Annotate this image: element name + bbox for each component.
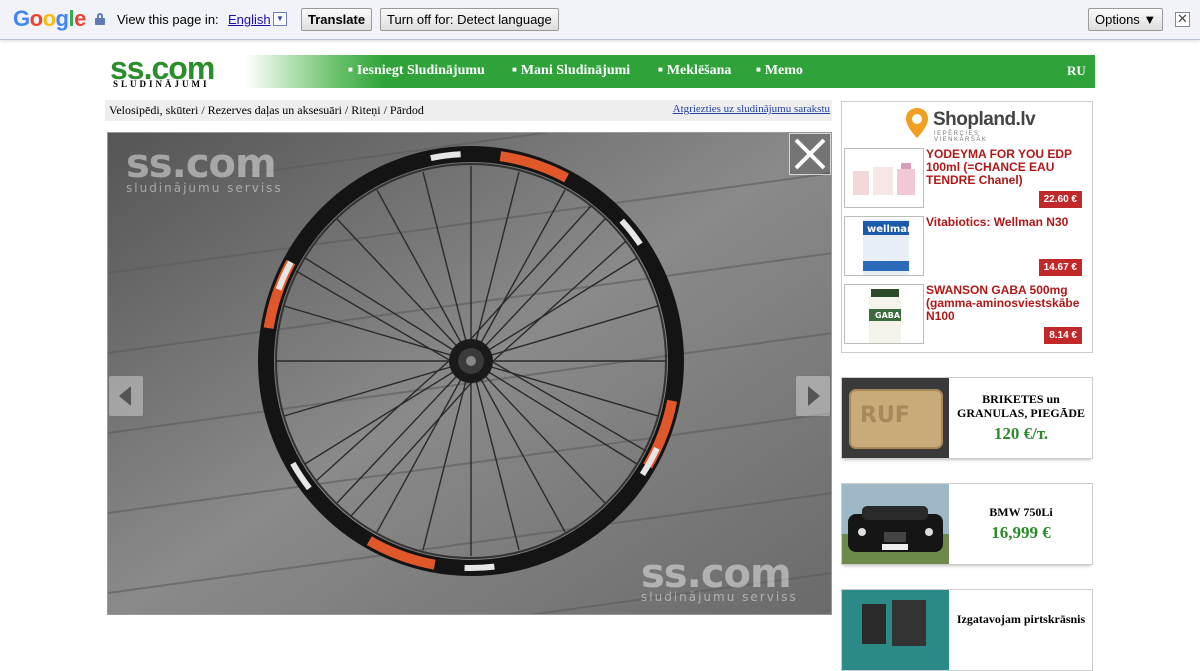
map-pin-icon bbox=[906, 108, 928, 138]
product-item[interactable]: GABA SWANSON GABA 500mg (gamma-aminosvie… bbox=[842, 284, 1092, 348]
side-ad[interactable]: Izgatavojam pirtskrāsnis bbox=[841, 589, 1093, 671]
translate-button[interactable]: Translate bbox=[301, 8, 373, 31]
product-title[interactable]: YODEYMA FOR YOU EDP 100ml (=CHANCE EAU T… bbox=[926, 148, 1088, 187]
shopland-widget[interactable]: Shopland.lv IEPĒRCIES VIENKĀRŠĀK YODEYMA… bbox=[841, 101, 1093, 353]
ad-image bbox=[842, 590, 949, 670]
product-title[interactable]: Vitabiotics: Wellman N30 bbox=[926, 216, 1088, 229]
nav-search[interactable]: Meklēšana bbox=[658, 63, 732, 79]
price-badge: 14.67 € bbox=[1038, 259, 1082, 276]
svg-text:GABA: GABA bbox=[875, 311, 901, 320]
chevron-left-icon[interactable] bbox=[108, 375, 144, 417]
product-thumbnail: GABA bbox=[844, 284, 924, 344]
product-title[interactable]: SWANSON GABA 500mg (gamma-aminosviestskā… bbox=[926, 284, 1088, 323]
breadcrumb[interactable]: Velosipēdi, skūteri / Rezerves daļas un … bbox=[109, 103, 424, 118]
ad-price: 120 €/т. bbox=[993, 424, 1049, 443]
price-badge: 22.60 € bbox=[1038, 191, 1082, 208]
language-select[interactable]: English bbox=[228, 12, 271, 27]
close-icon[interactable]: ✕ bbox=[1175, 12, 1190, 27]
main-nav: Iesniegt Sludinājumu Mani Sludinājumi Me… bbox=[245, 55, 1095, 88]
nav-submit-ad[interactable]: Iesniegt Sludinājumu bbox=[348, 63, 485, 79]
watermark-subtitle: sludinājumu serviss bbox=[641, 590, 798, 604]
ad-text: BMW 750Li 16,999 € bbox=[950, 484, 1092, 564]
back-to-list-link[interactable]: Atgriezties uz sludinājumu sarakstu bbox=[673, 103, 830, 115]
breadcrumb-bar: Velosipēdi, skūteri / Rezerves daļas un … bbox=[105, 100, 832, 121]
ad-image: RUF bbox=[842, 378, 949, 458]
ad-image bbox=[842, 484, 949, 564]
ad-text: Izgatavojam pirtskrāsnis bbox=[950, 590, 1092, 670]
ad-price: 16,999 € bbox=[991, 523, 1051, 542]
ad-text: BRIKETES un GRANULAS, PIEGĀDE 120 €/т. bbox=[950, 378, 1092, 458]
chevron-right-icon[interactable] bbox=[795, 375, 831, 417]
nav-memo[interactable]: Memo bbox=[756, 63, 803, 79]
product-thumbnail: wellman bbox=[844, 216, 924, 276]
svg-text:RUF: RUF bbox=[860, 403, 910, 428]
translate-bar: Google View this page in: English ▼ Tran… bbox=[0, 0, 1200, 40]
nav-my-ads[interactable]: Mani Sludinājumi bbox=[512, 63, 630, 79]
ad-headline[interactable]: Izgatavojam pirtskrāsnis bbox=[957, 612, 1085, 626]
shopland-logo[interactable]: Shopland.lv IEPĒRCIES VIENKĀRŠĀK bbox=[906, 107, 1036, 143]
watermark-subtitle: sludinājumu serviss bbox=[126, 181, 283, 195]
shopland-tagline: IEPĒRCIES VIENKĀRŠĀK bbox=[934, 131, 988, 143]
google-logo: Google bbox=[13, 6, 86, 31]
close-icon[interactable] bbox=[789, 133, 831, 175]
price-badge: 8.14 € bbox=[1044, 327, 1082, 344]
product-item[interactable]: wellman Vitabiotics: Wellman N30 14.67 € bbox=[842, 216, 1092, 280]
view-page-in-label: View this page in: bbox=[117, 12, 219, 27]
turn-off-button[interactable]: Turn off for: Detect language bbox=[380, 8, 559, 31]
product-item[interactable]: YODEYMA FOR YOU EDP 100ml (=CHANCE EAU T… bbox=[842, 148, 1092, 212]
side-ad[interactable]: RUF BRIKETES un GRANULAS, PIEGĀDE 120 €/… bbox=[841, 377, 1093, 459]
svg-text:wellman: wellman bbox=[867, 224, 914, 235]
chevron-down-icon[interactable]: ▼ bbox=[273, 12, 287, 26]
lock-icon bbox=[95, 13, 105, 25]
options-button[interactable]: Options ▼ bbox=[1088, 8, 1164, 31]
ad-headline[interactable]: BMW 750Li bbox=[989, 505, 1052, 519]
site-logo[interactable]: ss.com SLUDINĀJUMI bbox=[110, 50, 240, 92]
ad-photo[interactable]: ss.com sludinājumu serviss ss.com sludin… bbox=[107, 132, 832, 615]
side-ad[interactable]: BMW 750Li 16,999 € bbox=[841, 483, 1093, 565]
wheel-photo-image bbox=[108, 133, 831, 614]
logo-subtitle: SLUDINĀJUMI bbox=[113, 79, 210, 89]
product-thumbnail bbox=[844, 148, 924, 208]
shopland-brand: Shopland.lv bbox=[933, 109, 1036, 130]
language-switch[interactable]: RU bbox=[1067, 63, 1086, 79]
ad-headline[interactable]: BRIKETES un GRANULAS, PIEGĀDE bbox=[950, 392, 1092, 420]
